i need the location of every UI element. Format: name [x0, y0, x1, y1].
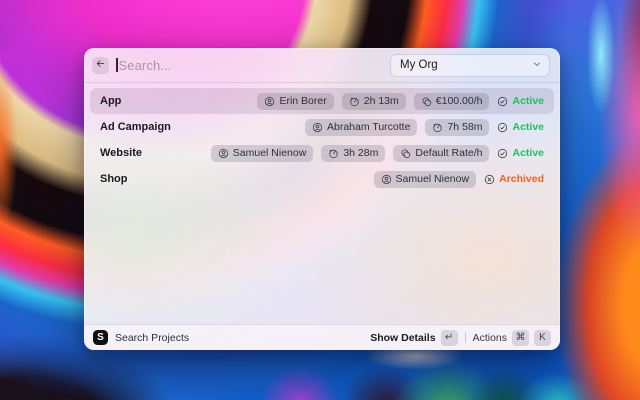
context-label: Search Projects: [115, 332, 189, 344]
status-badge: Active: [497, 147, 544, 159]
return-key-icon: ↵: [441, 330, 458, 346]
rate-icon: [421, 96, 432, 107]
org-select-value: My Org: [400, 59, 438, 71]
user-badge: Samuel Nienow: [374, 171, 477, 188]
time-badge: 2h 13m: [342, 93, 406, 110]
row-meta: Samuel Nienow Archived: [374, 171, 544, 188]
row-meta: Erin Borer 2h 13m €100.00/h Active: [257, 93, 544, 110]
badge-text: Erin Borer: [279, 95, 326, 107]
actions-menu-action[interactable]: Actions ⌘ K: [473, 330, 551, 346]
org-select[interactable]: My Org: [390, 54, 550, 77]
time-icon: [432, 122, 443, 133]
time-badge: 7h 58m: [425, 119, 489, 136]
user-badge: Abraham Turcotte: [305, 119, 417, 136]
text-cursor: [116, 58, 118, 72]
back-button[interactable]: [92, 57, 109, 74]
user-badge: Samuel Nienow: [211, 145, 314, 162]
badge-text: 3h 28m: [343, 147, 378, 159]
project-list: AppErin Borer2h 13m€100.00/hActiveAd Cam…: [84, 83, 560, 192]
palette-footer: S Search Projects Show Details ↵ Actions…: [84, 324, 560, 350]
search-command-palette: Search... My Org App Erin Borer 2h 13m €100…: [84, 48, 560, 350]
project-row[interactable]: App Erin Borer 2h 13m €100.00/h Active: [90, 88, 554, 114]
badge-text: Abraham Turcotte: [327, 121, 410, 133]
check-circle-icon: [497, 148, 508, 159]
show-details-label: Show Details: [370, 332, 435, 344]
status-label: Active: [512, 95, 544, 107]
desktop-screen: Search... My Org App Erin Borer 2h 13m €100…: [0, 0, 640, 400]
project-name: App: [100, 95, 121, 107]
row-meta: Abraham Turcotte 7h 58m Active: [305, 119, 544, 136]
time-icon: [328, 148, 339, 159]
status-label: Active: [512, 121, 544, 133]
check-circle-icon: [497, 96, 508, 107]
time-badge: 3h 28m: [321, 145, 385, 162]
project-name: Website: [100, 147, 142, 159]
badge-text: Samuel Nienow: [233, 147, 307, 159]
project-name: Shop: [100, 173, 128, 185]
status-badge: Archived: [484, 173, 544, 185]
search-placeholder: Search...: [119, 58, 172, 73]
project-row[interactable]: Website Samuel Nienow 3h 28m Default Rate/h…: [90, 140, 554, 166]
badge-text: Default Rate/h: [415, 147, 482, 159]
footer-divider: [465, 332, 466, 343]
k-key-icon: K: [534, 330, 551, 346]
user-icon: [218, 148, 229, 159]
user-icon: [381, 174, 392, 185]
project-row[interactable]: Ad Campaign Abraham Turcotte 7h 58m Active: [90, 114, 554, 140]
show-details-action[interactable]: Show Details ↵: [370, 330, 457, 346]
project-name: Ad Campaign: [100, 121, 171, 133]
status-label: Archived: [499, 173, 544, 185]
badge-text: 7h 58m: [447, 121, 482, 133]
badge-text: Samuel Nienow: [396, 173, 470, 185]
badge-text: 2h 13m: [364, 95, 399, 107]
chevron-down-icon: [532, 59, 542, 72]
row-meta: Samuel Nienow 3h 28m Default Rate/h Active: [211, 145, 544, 162]
arrow-left-icon: [95, 56, 106, 74]
project-row[interactable]: Shop Samuel Nienow Archived: [90, 166, 554, 192]
empty-results-area: [84, 192, 560, 324]
user-icon: [312, 122, 323, 133]
rate-badge: €100.00/h: [414, 93, 490, 110]
rate-icon: [400, 148, 411, 159]
search-input[interactable]: Search...: [116, 58, 383, 73]
time-icon: [349, 96, 360, 107]
app-logo-icon: S: [93, 330, 108, 345]
command-key-icon: ⌘: [512, 330, 529, 346]
actions-label: Actions: [473, 332, 507, 344]
footer-actions: Show Details ↵ Actions ⌘ K: [370, 330, 551, 346]
check-circle-icon: [497, 122, 508, 133]
badge-text: €100.00/h: [436, 95, 483, 107]
rate-badge: Default Rate/h: [393, 145, 489, 162]
status-badge: Active: [497, 95, 544, 107]
status-badge: Active: [497, 121, 544, 133]
user-icon: [264, 96, 275, 107]
user-badge: Erin Borer: [257, 93, 333, 110]
status-label: Active: [512, 147, 544, 159]
palette-header: Search... My Org: [84, 48, 560, 83]
x-circle-icon: [484, 174, 495, 185]
